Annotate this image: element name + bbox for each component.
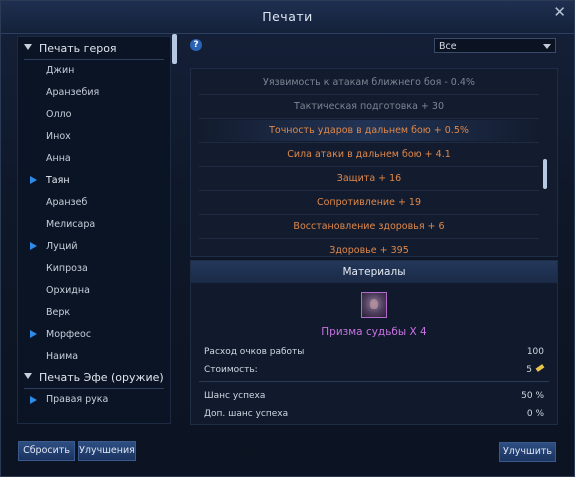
row-value: 50 % [521, 391, 544, 401]
row-label: Стоимость: [204, 365, 258, 375]
stats-list: Уязвимость к атакам ближнего боя - 0.4% … [190, 68, 558, 257]
seals-window: Печати ✕ Печать героя Джин Аранзебия Олл… [0, 0, 575, 477]
divider [199, 94, 539, 95]
materials-panel: Материалы Призма судьбы X 4 Расход очков… [190, 260, 558, 425]
tree-item[interactable]: Верк [46, 307, 70, 318]
row-value: 5 [526, 365, 532, 375]
divider [199, 190, 539, 191]
chevron-down-icon [543, 44, 551, 49]
divider [199, 166, 539, 167]
tree-item[interactable]: Морфеос [46, 329, 91, 340]
stat-row: Восстановление здоровья + 6 [293, 221, 445, 232]
stat-row: Уязвимость к атакам ближнего боя - 0.4% [263, 77, 475, 88]
divider [199, 381, 549, 382]
work-points-row: Расход очков работы 100 [204, 347, 544, 357]
cost-value-wrap: 5 [526, 364, 545, 375]
improvements-button[interactable]: Улучшения [78, 441, 136, 461]
expand-triangle-icon [24, 44, 32, 50]
tree-item[interactable]: Кипроза [46, 263, 88, 274]
row-value: 100 [526, 347, 544, 357]
improve-button[interactable]: Улучшить [499, 442, 556, 462]
left-scrollbar-thumb[interactable] [172, 34, 177, 64]
tree-item[interactable]: Анна [46, 153, 71, 164]
arrow-icon [30, 242, 37, 250]
divider [199, 238, 539, 239]
help-icon[interactable]: ? [190, 39, 202, 51]
group-efe-seal[interactable]: Печать Эфе (оружие) [24, 371, 164, 384]
divider [24, 388, 164, 389]
arrow-icon [30, 396, 37, 404]
stat-row: Сопротивление + 19 [316, 197, 422, 208]
tree-subitem[interactable]: Правая рука [46, 394, 108, 405]
close-icon[interactable]: ✕ [553, 3, 566, 21]
coin-icon [535, 364, 545, 372]
tree-item[interactable]: Орхидна [46, 285, 90, 296]
tree-item[interactable]: Аранзебия [46, 87, 99, 98]
extra-chance-row: Доп. шанс успеха 0 % [204, 409, 544, 419]
divider [24, 59, 164, 60]
material-name: Призма судьбы X 4 [321, 326, 427, 338]
tree-item-selected[interactable]: Таян [46, 175, 70, 186]
tree-item[interactable]: Аранзеб [46, 197, 87, 208]
divider [199, 214, 539, 215]
seal-tree: Печать героя Джин Аранзебия Олло Инох Ан… [17, 36, 171, 424]
filter-dropdown[interactable]: Все [434, 38, 556, 53]
stat-row: Тактическая подготовка + 30 [293, 101, 445, 112]
arrow-icon [30, 330, 37, 338]
expand-triangle-icon [24, 373, 32, 379]
tree-item[interactable]: Олло [46, 109, 71, 120]
tree-item[interactable]: Луций [46, 241, 78, 252]
row-label: Расход очков работы [204, 347, 305, 357]
tree-item[interactable]: Джин [46, 65, 74, 76]
divider [199, 142, 539, 143]
stats-scrollbar-thumb[interactable] [543, 159, 547, 189]
tree-item[interactable]: Инох [46, 131, 71, 142]
window-title: Печати [262, 9, 313, 24]
tree-item[interactable]: Наима [46, 351, 78, 362]
row-value: 0 % [526, 409, 544, 419]
group-hero-seal[interactable]: Печать героя [24, 42, 117, 55]
group-label: Печать героя [39, 42, 117, 55]
success-chance-row: Шанс успеха 50 % [204, 391, 544, 401]
tree-item[interactable]: Мелисара [46, 219, 95, 230]
materials-header: Материалы [191, 261, 557, 283]
stat-row: Защита + 16 [336, 173, 402, 184]
stat-row: Здоровье + 395 [329, 245, 409, 256]
group-label: Печать Эфе (оружие) [39, 371, 164, 384]
stat-row: Точность ударов в дальнем бою + 0.5% [199, 120, 539, 141]
reset-button[interactable]: Сбросить [18, 441, 75, 461]
cost-row: Стоимость: 5 [204, 364, 545, 375]
divider [199, 118, 539, 119]
title-bar: Печати ✕ [1, 1, 574, 34]
selected-arrow-icon [30, 176, 37, 184]
filter-value: Все [439, 41, 457, 52]
prism-of-fate-icon[interactable] [361, 292, 387, 318]
row-label: Шанс успеха [204, 391, 266, 401]
row-label: Доп. шанс успеха [204, 409, 289, 419]
stat-row: Сила атаки в дальнем бою + 4.1 [287, 149, 451, 160]
